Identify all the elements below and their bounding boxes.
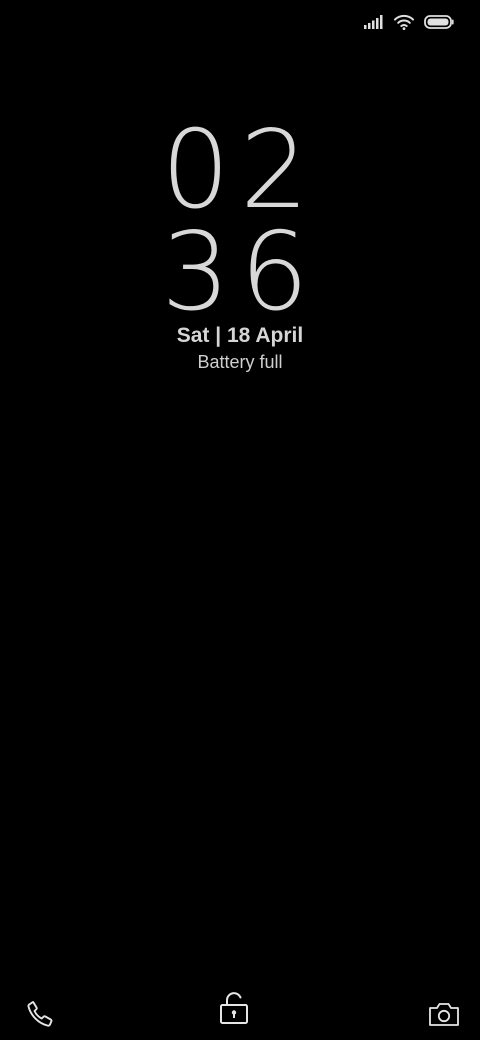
status-bar (364, 10, 454, 34)
wifi-icon (394, 14, 414, 30)
camera-shortcut-button[interactable] (424, 998, 464, 1034)
camera-icon (428, 1000, 460, 1033)
battery-icon (424, 15, 454, 29)
clock-hours: 02 (161, 108, 319, 233)
battery-status-text: Battery full (197, 352, 283, 372)
battery-level-fill (427, 18, 449, 26)
clock-minutes: 36 (161, 210, 319, 335)
unlock-button[interactable] (214, 988, 254, 1032)
phone-icon (25, 999, 55, 1034)
phone-shortcut-button[interactable] (20, 996, 60, 1036)
lock-screen-clock: 02 36 (0, 108, 480, 335)
lock-screen-date: Sat | 18 April (176, 324, 304, 347)
unlock-icon (219, 991, 249, 1030)
cellular-signal-icon (364, 15, 384, 29)
